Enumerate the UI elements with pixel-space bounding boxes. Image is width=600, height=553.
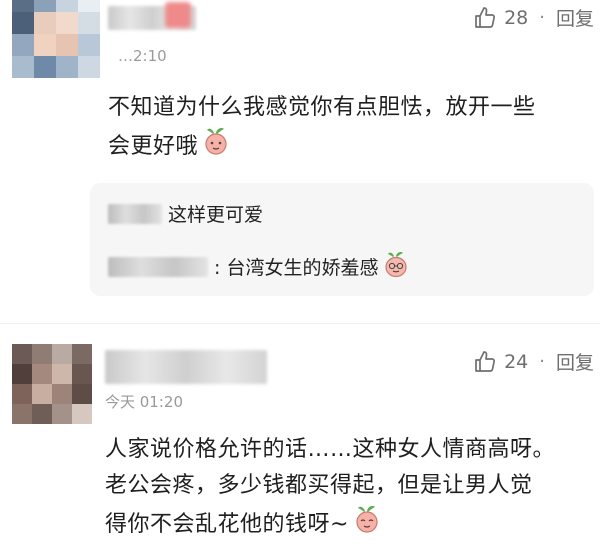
avatar[interactable]	[12, 344, 92, 424]
like-button[interactable]: 28	[473, 6, 528, 30]
reply-text: : 台湾女生的娇羞感	[214, 257, 379, 279]
thumbs-up-icon	[475, 350, 496, 372]
comment-actions: 28 · 回复	[473, 4, 594, 31]
comment-time: 今天 01:20	[105, 393, 183, 411]
reply-username[interactable]	[108, 256, 208, 277]
like-count: 24	[504, 350, 529, 373]
comment-time: …2:10	[118, 47, 167, 65]
comment-line: 人家说价格允许的话……这种女人情商高呀。	[105, 437, 556, 462]
reply-text: 这样更可爱	[168, 204, 264, 226]
separator-dot: ·	[539, 7, 545, 28]
username[interactable]	[105, 350, 267, 384]
comment-line: 老公会疼，多少钱都买得起，但是让男人觉	[105, 473, 533, 498]
reply-thread[interactable]: 这样更可爱 : 台湾女生的娇羞感	[90, 183, 594, 296]
separator-dot: ·	[539, 351, 545, 372]
comment-text: 人家说价格允许的话……这种女人情商高呀。 老公会疼，多少钱都买得起，但是让男人觉…	[105, 432, 595, 546]
like-button[interactable]: 24	[473, 350, 528, 374]
thumbs-up-icon	[475, 6, 496, 28]
comment-actions: 24 · 回复	[473, 348, 594, 375]
comment-2: 今天 01:20 24 · 回复 人家说价格允许的话……这种女人情商高呀。 老公…	[0, 330, 600, 553]
comment-1: …2:10 28 · 回复 不知道为什么我感觉你有点胆怯，放开一些 会更好哦 这…	[0, 0, 600, 300]
comment-text: 不知道为什么我感觉你有点胆怯，放开一些 会更好哦	[108, 90, 593, 168]
reply-username[interactable]	[108, 203, 162, 224]
comment-line: 得你不会乱花他的钱呀~	[105, 504, 595, 546]
avatar[interactable]	[12, 0, 100, 78]
username-badge	[165, 2, 191, 28]
like-count: 28	[504, 6, 529, 29]
reply-button[interactable]: 回复	[556, 4, 594, 31]
reply-item[interactable]: : 台湾女生的娇羞感	[108, 250, 410, 283]
radish-emoji-icon	[202, 126, 230, 168]
reply-item[interactable]: 这样更可爱	[108, 200, 263, 227]
reply-button[interactable]: 回复	[556, 348, 594, 375]
comment-line: 会更好哦	[108, 126, 593, 168]
divider	[0, 323, 600, 324]
radish-emoji-icon	[382, 250, 410, 283]
radish-emoji-icon	[353, 504, 381, 546]
comment-line: 不知道为什么我感觉你有点胆怯，放开一些	[108, 95, 536, 120]
